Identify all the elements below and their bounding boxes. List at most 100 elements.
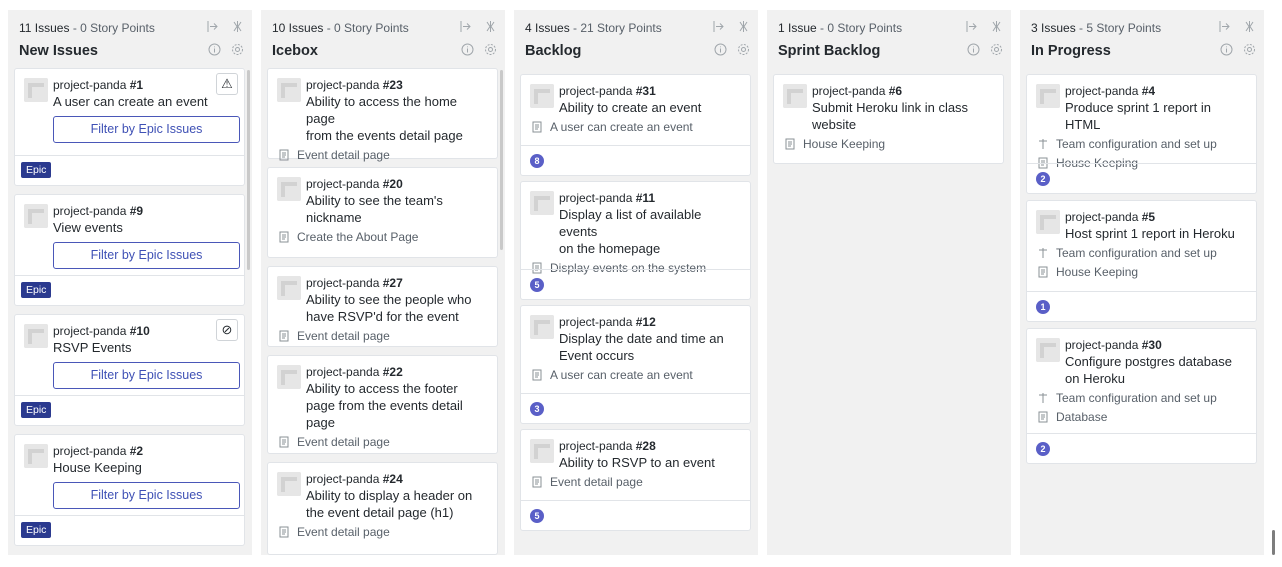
issue-title[interactable]: Submit Heroku link in class xyxy=(812,99,993,116)
gear-icon[interactable] xyxy=(484,43,497,56)
issue-reference[interactable]: project-panda #9 xyxy=(53,204,234,219)
epic-link[interactable]: A user can create an event xyxy=(531,367,740,383)
epic-link[interactable]: House Keeping xyxy=(784,136,993,152)
issue-card[interactable]: project-panda #20 Ability to see the tea… xyxy=(267,167,498,258)
epic-card[interactable]: project-panda #1 A user can create an ev… xyxy=(14,68,245,186)
filter-by-epic-button[interactable]: Filter by Epic Issues xyxy=(53,362,240,389)
issue-title[interactable]: Ability to RSVP to an event xyxy=(559,454,740,471)
issue-title[interactable]: Ability to create an event xyxy=(559,99,740,116)
epic-link[interactable]: Event detail page xyxy=(278,434,487,450)
issue-title[interactable]: RSVP Events xyxy=(53,339,234,356)
issue-title-line-2[interactable]: from the events detail page xyxy=(306,127,487,144)
issue-title-line-2[interactable]: website xyxy=(812,116,993,133)
epic-card[interactable]: project-panda #2 House Keeping Filter by… xyxy=(14,434,245,546)
milestone-link[interactable]: Team configuration and set up xyxy=(1037,245,1246,261)
scrollbar[interactable] xyxy=(500,70,503,250)
issue-card[interactable]: project-panda #5 Host sprint 1 report in… xyxy=(1026,200,1257,322)
collapse-icon[interactable] xyxy=(1218,20,1231,33)
epic-link[interactable]: Create the About Page xyxy=(278,229,487,245)
issue-title-line-2[interactable]: page from the events detail xyxy=(306,397,487,414)
collapse-icon[interactable] xyxy=(712,20,725,33)
issue-title-line-2[interactable]: have RSVP'd for the event xyxy=(306,308,487,325)
issue-title[interactable]: A user can create an event xyxy=(53,93,234,110)
epic-link[interactable]: A user can create an event xyxy=(531,119,740,135)
info-icon[interactable] xyxy=(967,43,980,56)
info-icon[interactable] xyxy=(1220,43,1233,56)
gear-icon[interactable] xyxy=(1243,43,1256,56)
issue-reference[interactable]: project-panda #30 xyxy=(1065,338,1246,353)
epic-link[interactable]: Event detail page xyxy=(278,147,487,163)
collapse-icon[interactable] xyxy=(206,20,219,33)
issue-card[interactable]: project-panda #6 Submit Heroku link in c… xyxy=(773,74,1004,164)
filter-by-epic-button[interactable]: Filter by Epic Issues xyxy=(53,242,240,269)
issue-card[interactable]: project-panda #22 Ability to access the … xyxy=(267,355,498,454)
filter-by-epic-button[interactable]: Filter by Epic Issues xyxy=(53,116,240,143)
expand-icon[interactable] xyxy=(737,20,750,33)
board-scrollbar[interactable] xyxy=(1272,530,1275,555)
issue-reference[interactable]: project-panda #4 xyxy=(1065,84,1246,99)
epic-link[interactable]: Event detail page xyxy=(278,328,487,344)
issue-title-line-2[interactable]: Event occurs xyxy=(559,347,740,364)
issue-reference[interactable]: project-panda #6 xyxy=(812,84,993,99)
issue-card[interactable]: project-panda #31 Ability to create an e… xyxy=(520,74,751,176)
issue-title-line-3[interactable]: page xyxy=(306,414,487,431)
issue-card[interactable]: project-panda #28 Ability to RSVP to an … xyxy=(520,429,751,531)
issue-title[interactable]: Ability to see the people who xyxy=(306,291,487,308)
epic-card[interactable]: project-panda #9 View events Filter by E… xyxy=(14,194,245,306)
issue-title[interactable]: Ability to see the team's xyxy=(306,192,487,209)
info-icon[interactable] xyxy=(208,43,221,56)
issue-title[interactable]: Display the date and time an xyxy=(559,330,740,347)
issue-reference[interactable]: project-panda #31 xyxy=(559,84,740,99)
epic-link[interactable]: Event detail page xyxy=(278,524,487,540)
expand-icon[interactable] xyxy=(231,20,244,33)
issue-reference[interactable]: project-panda #28 xyxy=(559,439,740,454)
issue-reference[interactable]: project-panda #1 xyxy=(53,78,234,93)
epic-link[interactable]: Event detail page xyxy=(531,474,740,490)
issue-card[interactable]: project-panda #27 Ability to see the peo… xyxy=(267,266,498,347)
expand-icon[interactable] xyxy=(484,20,497,33)
milestone-link[interactable]: Team configuration and set up xyxy=(1037,136,1246,152)
issue-title[interactable]: Ability to access the home page xyxy=(306,93,487,127)
issue-title[interactable]: Host sprint 1 report in Heroku xyxy=(1065,225,1246,242)
issue-reference[interactable]: project-panda #12 xyxy=(559,315,740,330)
issue-title[interactable]: Ability to display a header on xyxy=(306,487,487,504)
expand-icon[interactable] xyxy=(990,20,1003,33)
milestone-link[interactable]: Team configuration and set up xyxy=(1037,390,1246,406)
issue-title[interactable]: View events xyxy=(53,219,234,236)
issue-reference[interactable]: project-panda #22 xyxy=(306,365,487,380)
issue-reference[interactable]: project-panda #20 xyxy=(306,177,487,192)
issue-reference[interactable]: project-panda #10 xyxy=(53,324,234,339)
info-icon[interactable] xyxy=(461,43,474,56)
issue-reference[interactable]: project-panda #2 xyxy=(53,444,234,459)
expand-icon[interactable] xyxy=(1243,20,1256,33)
issue-title[interactable]: Configure postgres database xyxy=(1065,353,1246,370)
issue-card[interactable]: project-panda #30 Configure postgres dat… xyxy=(1026,328,1257,464)
issue-title-line-2[interactable]: the event detail page (h1) xyxy=(306,504,487,521)
issue-title-line-2[interactable]: nickname xyxy=(306,209,487,226)
info-icon[interactable] xyxy=(714,43,727,56)
issue-title-line-2[interactable]: on Heroku xyxy=(1065,370,1246,387)
collapse-icon[interactable] xyxy=(965,20,978,33)
gear-icon[interactable] xyxy=(231,43,244,56)
issue-reference[interactable]: project-panda #5 xyxy=(1065,210,1246,225)
gear-icon[interactable] xyxy=(990,43,1003,56)
epic-link[interactable]: Database xyxy=(1037,409,1246,425)
issue-title[interactable]: House Keeping xyxy=(53,459,234,476)
issue-card[interactable]: project-panda #11 Display a list of avai… xyxy=(520,181,751,300)
issue-card[interactable]: project-panda #23 Ability to access the … xyxy=(267,68,498,162)
issue-card[interactable]: project-panda #4 Produce sprint 1 report… xyxy=(1026,74,1257,194)
gear-icon[interactable] xyxy=(737,43,750,56)
scrollbar[interactable] xyxy=(247,70,250,270)
issue-title[interactable]: Display a list of available events xyxy=(559,206,740,240)
epic-card[interactable]: project-panda #10 RSVP Events Filter by … xyxy=(14,314,245,426)
issue-reference[interactable]: project-panda #11 xyxy=(559,191,740,206)
issue-reference[interactable]: project-panda #27 xyxy=(306,276,487,291)
collapse-icon[interactable] xyxy=(459,20,472,33)
epic-link[interactable]: House Keeping xyxy=(1037,264,1246,280)
issue-card[interactable]: project-panda #12 Display the date and t… xyxy=(520,305,751,424)
issue-reference[interactable]: project-panda #23 xyxy=(306,78,487,93)
issue-card[interactable]: project-panda #24 Ability to display a h… xyxy=(267,462,498,555)
issue-title[interactable]: Ability to access the footer xyxy=(306,380,487,397)
issue-title-line-2[interactable]: on the homepage xyxy=(559,240,740,257)
issue-reference[interactable]: project-panda #24 xyxy=(306,472,487,487)
